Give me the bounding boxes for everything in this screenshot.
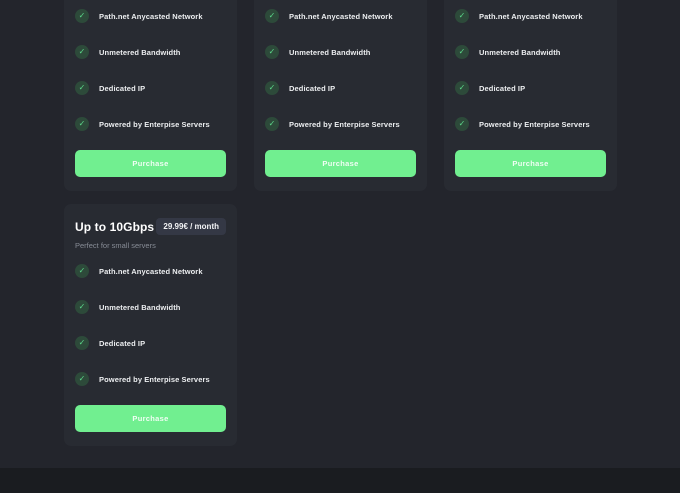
purchase-button[interactable]: Purchase [75,405,226,432]
check-icon: ✓ [455,9,469,23]
feature-item: ✓ Dedicated IP [455,81,606,95]
feature-item: ✓ Powered by Enterpise Servers [455,117,606,131]
feature-item: ✓ Unmetered Bandwidth [75,45,226,59]
card-header: Up to 10Gbps 29.99€ / month [75,218,226,235]
feature-list: ✓ Path.net Anycasted Network ✓ Unmetered… [455,9,606,153]
plan-subtitle: Perfect for small servers [75,241,156,250]
feature-list: ✓ Path.net Anycasted Network ✓ Unmetered… [265,9,416,153]
feature-list: ✓ Path.net Anycasted Network ✓ Unmetered… [75,9,226,153]
feature-label: Unmetered Bandwidth [99,47,181,57]
feature-label: Powered by Enterpise Servers [289,119,400,129]
feature-label: Path.net Anycasted Network [99,266,203,276]
check-icon: ✓ [265,81,279,95]
pricing-card-10gbps: Up to 10Gbps 29.99€ / month Perfect for … [64,204,237,446]
feature-label: Powered by Enterpise Servers [99,119,210,129]
pricing-card: ✓ Path.net Anycasted Network ✓ Unmetered… [444,0,617,191]
feature-item: ✓ Dedicated IP [75,81,226,95]
check-icon: ✓ [455,117,469,131]
pricing-page: ✓ Path.net Anycasted Network ✓ Unmetered… [0,0,680,493]
feature-label: Powered by Enterpise Servers [479,119,590,129]
purchase-button[interactable]: Purchase [75,150,226,177]
purchase-button[interactable]: Purchase [265,150,416,177]
feature-label: Dedicated IP [289,83,336,93]
check-icon: ✓ [75,372,89,386]
feature-label: Path.net Anycasted Network [99,11,203,21]
feature-label: Path.net Anycasted Network [479,11,583,21]
check-icon: ✓ [75,336,89,350]
check-icon: ✓ [75,9,89,23]
feature-label: Dedicated IP [99,338,146,348]
feature-item: ✓ Path.net Anycasted Network [75,264,226,278]
feature-item: ✓ Dedicated IP [265,81,416,95]
feature-label: Powered by Enterpise Servers [99,374,210,384]
check-icon: ✓ [455,81,469,95]
feature-item: ✓ Path.net Anycasted Network [75,9,226,23]
feature-item: ✓ Unmetered Bandwidth [265,45,416,59]
footer [0,468,680,493]
check-icon: ✓ [75,264,89,278]
price-badge: 29.99€ / month [156,218,226,235]
check-icon: ✓ [75,117,89,131]
feature-label: Unmetered Bandwidth [479,47,561,57]
feature-item: ✓ Powered by Enterpise Servers [75,117,226,131]
feature-label: Path.net Anycasted Network [289,11,393,21]
feature-item: ✓ Powered by Enterpise Servers [75,372,226,386]
feature-label: Dedicated IP [479,83,526,93]
check-icon: ✓ [265,117,279,131]
feature-item: ✓ Unmetered Bandwidth [455,45,606,59]
check-icon: ✓ [455,45,469,59]
check-icon: ✓ [75,81,89,95]
feature-label: Unmetered Bandwidth [99,302,181,312]
feature-label: Dedicated IP [99,83,146,93]
pricing-card: ✓ Path.net Anycasted Network ✓ Unmetered… [64,0,237,191]
pricing-card: ✓ Path.net Anycasted Network ✓ Unmetered… [254,0,427,191]
feature-label: Unmetered Bandwidth [289,47,371,57]
check-icon: ✓ [75,45,89,59]
purchase-button[interactable]: Purchase [455,150,606,177]
check-icon: ✓ [265,45,279,59]
feature-item: ✓ Path.net Anycasted Network [265,9,416,23]
feature-item: ✓ Powered by Enterpise Servers [265,117,416,131]
check-icon: ✓ [265,9,279,23]
feature-item: ✓ Dedicated IP [75,336,226,350]
plan-title: Up to 10Gbps [75,219,155,234]
feature-item: ✓ Unmetered Bandwidth [75,300,226,314]
feature-item: ✓ Path.net Anycasted Network [455,9,606,23]
feature-list: ✓ Path.net Anycasted Network ✓ Unmetered… [75,264,226,408]
check-icon: ✓ [75,300,89,314]
